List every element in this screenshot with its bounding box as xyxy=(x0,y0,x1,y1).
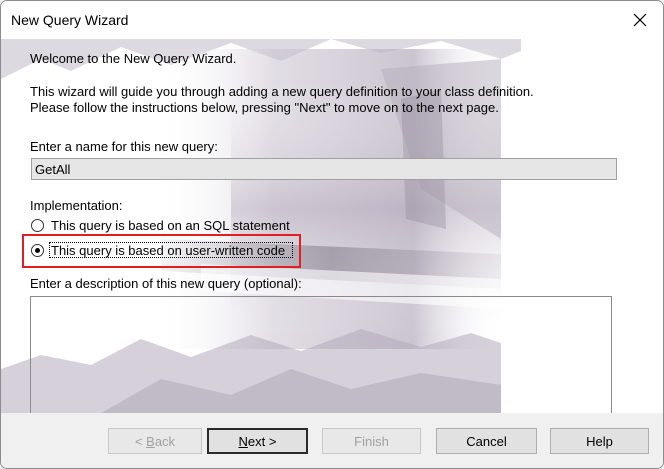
sql-statement-radio[interactable] xyxy=(31,219,44,232)
help-button[interactable]: Help xyxy=(550,428,649,454)
radio-unchecked-icon xyxy=(31,219,44,232)
radio-checked-icon xyxy=(31,244,44,257)
query-name-input[interactable] xyxy=(31,158,617,180)
close-button[interactable] xyxy=(617,1,663,39)
next-rest: ext > xyxy=(247,433,277,449)
back-button[interactable]: < Back xyxy=(108,428,202,454)
window-title: New Query Wizard xyxy=(11,12,129,28)
next-accel: N xyxy=(238,433,248,449)
back-rest: ack xyxy=(154,433,176,449)
user-written-code-radio[interactable] xyxy=(31,244,44,257)
close-icon xyxy=(633,13,647,27)
button-bar: < Back Next > Finish Cancel Help xyxy=(1,413,663,468)
finish-button[interactable]: Finish xyxy=(322,428,421,454)
intro-line-2: Please follow the instructions below, pr… xyxy=(30,100,499,115)
welcome-text: Welcome to the New Query Wizard. xyxy=(30,51,237,66)
description-field-label: Enter a description of this new query (o… xyxy=(30,276,302,291)
description-textarea[interactable] xyxy=(30,296,612,413)
implementation-label: Implementation: xyxy=(30,198,123,213)
back-prefix: < xyxy=(134,433,147,449)
title-bar: New Query Wizard xyxy=(1,1,663,39)
wizard-content: Welcome to the New Query Wizard. This wi… xyxy=(1,39,663,413)
next-button[interactable]: Next > xyxy=(207,428,308,454)
wizard-window: New Query Wizard Welcome to the New Quer… xyxy=(0,0,664,469)
user-written-code-option-label[interactable]: This query is based on user-written code xyxy=(51,243,285,258)
cancel-button[interactable]: Cancel xyxy=(436,428,537,454)
sql-statement-option-label[interactable]: This query is based on an SQL statement xyxy=(51,218,290,233)
back-accel: B xyxy=(146,433,155,449)
name-field-label: Enter a name for this new query: xyxy=(30,139,218,154)
intro-line-1: This wizard will guide you through addin… xyxy=(30,84,534,99)
